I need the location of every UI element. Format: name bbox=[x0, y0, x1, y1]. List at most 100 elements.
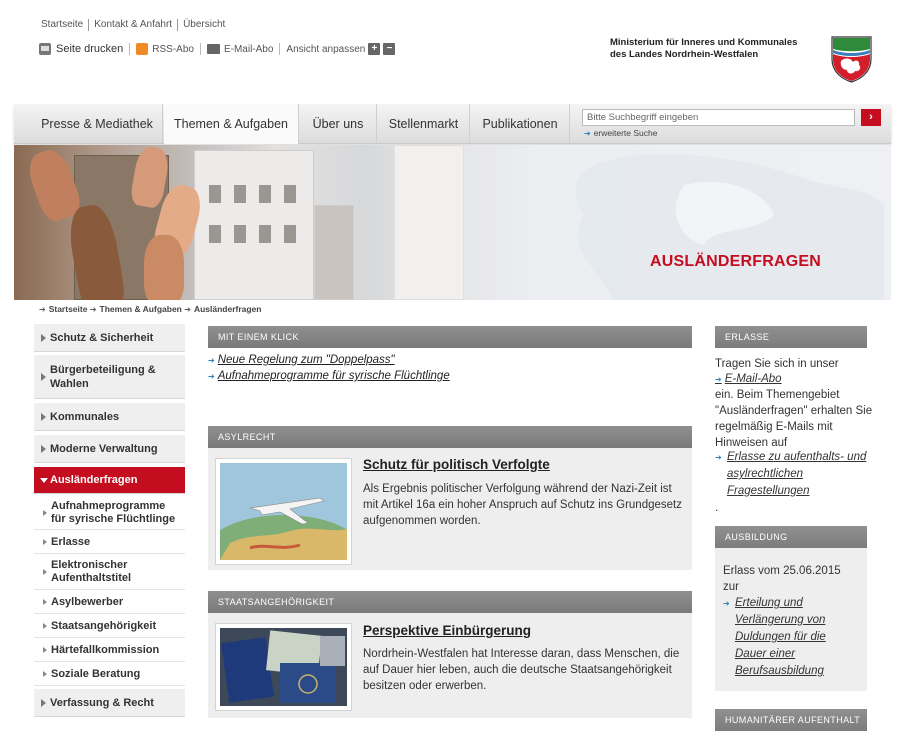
quick-link-label: Neue Regelung zum "Doppelpass" bbox=[217, 354, 395, 366]
print-label: Seite drucken bbox=[56, 43, 124, 55]
breadcrumb-startseite[interactable]: Startseite bbox=[49, 304, 88, 314]
quick-link-aufnahmeprogramme[interactable]: ➔ Aufnahmeprogramme für syrische Flüchtli… bbox=[208, 370, 450, 382]
rss-icon bbox=[136, 43, 149, 55]
ausbildung-link[interactable]: ➔ Erteilung und Verlängerung von Duldunge… bbox=[723, 595, 859, 680]
breadcrumb-themen[interactable]: Themen & Aufgaben bbox=[100, 304, 182, 314]
sidebar-sub-label: Asylbewerber bbox=[51, 595, 124, 608]
asyl-thumbnail[interactable] bbox=[204, 458, 364, 591]
triangle-down-icon bbox=[40, 477, 48, 483]
view-adjust-label: Ansicht anpassen bbox=[286, 43, 366, 55]
search-input[interactable]: Bitte Suchbegriff eingeben bbox=[582, 109, 855, 126]
triangle-right-icon bbox=[43, 622, 47, 629]
breadcrumb: ➔ Startseite ➔ Themen & Aufgaben ➔ Auslände… bbox=[39, 304, 261, 314]
staat-heading: STAATSANGEHÖRIGKEIT bbox=[208, 591, 692, 613]
print-link[interactable]: Seite drucken bbox=[39, 43, 129, 55]
sidebar-item-label: Verfassung & Recht bbox=[50, 696, 154, 709]
sidebar-item-schutz[interactable]: Schutz & Sicherheit bbox=[34, 324, 185, 352]
arrow-icon: ➔ bbox=[584, 129, 591, 138]
ministry-name[interactable]: Ministerium für Inneres und Kommunales d… bbox=[610, 37, 797, 61]
triangle-right-icon bbox=[41, 412, 46, 421]
mail-icon bbox=[206, 44, 220, 54]
printer-icon bbox=[39, 43, 51, 55]
banner-title: AUSLÄNDERFRAGEN bbox=[650, 253, 821, 270]
staat-text: Nordrhein-Westfalen hat Interesse daran,… bbox=[363, 648, 680, 692]
triangle-right-icon bbox=[43, 568, 47, 575]
advanced-search-label: erweiterte Suche bbox=[593, 128, 658, 138]
nrw-crest-logo[interactable] bbox=[829, 35, 874, 83]
arrow-icon: ➔ bbox=[715, 375, 722, 384]
zoom-in-icon[interactable]: + bbox=[368, 43, 381, 55]
banner-building bbox=[394, 145, 464, 300]
sidebar-sub-aufenthaltstitel[interactable]: Elektronischer Aufenthaltstitel bbox=[34, 554, 185, 590]
staat-thumbnail[interactable] bbox=[215, 623, 352, 711]
sidebar-item-label: Schutz & Sicherheit bbox=[50, 331, 154, 344]
arrow-icon: ➔ bbox=[89, 305, 97, 314]
sidebar-item-buergerbeteiligung[interactable]: Bürgerbeteiligung & Wahlen bbox=[34, 355, 185, 399]
sidebar-sub-label: Aufnahmeprogramme für syrische Flüchtlin… bbox=[51, 499, 176, 525]
nav-stellenmarkt[interactable]: Stellenmarkt bbox=[378, 104, 470, 144]
asyl-title-link[interactable]: Schutz für politisch Verfolgte bbox=[363, 457, 550, 472]
sidebar-item-auslaenderfragen[interactable]: Ausländerfragen bbox=[34, 467, 185, 494]
meta-link-kontakt[interactable]: Kontakt & Anfahrt bbox=[88, 19, 177, 31]
triangle-right-icon bbox=[43, 646, 47, 653]
sidebar-sub-soziale-beratung[interactable]: Soziale Beratung bbox=[34, 662, 185, 686]
rss-label: RSS-Abo bbox=[152, 43, 194, 55]
sidebar-sub-label: Härtefallkommission bbox=[51, 643, 160, 656]
erlasse-topic-label: Erlasse zu aufenthalts- und asylrechtlic… bbox=[727, 451, 867, 497]
sidebar-sub-erlasse[interactable]: Erlasse bbox=[34, 530, 185, 554]
meta-link-uebersicht[interactable]: Übersicht bbox=[177, 19, 230, 31]
arrow-icon: ➔ bbox=[723, 599, 730, 608]
advanced-search-link[interactable]: ➔ erweiterte Suche bbox=[584, 128, 658, 138]
sidebar-item-label: Moderne Verwaltung bbox=[50, 442, 158, 455]
sidebar-item-verfassung[interactable]: Verfassung & Recht bbox=[34, 689, 185, 717]
arrow-icon: ➔ bbox=[208, 356, 215, 365]
erlasse-topic-link[interactable]: ➔ Erlasse zu aufenthalts- und asylrechtli… bbox=[715, 449, 871, 500]
ministry-line2: des Landes Nordrhein-Westfalen bbox=[610, 49, 759, 60]
sidebar-sub-asylbewerber[interactable]: Asylbewerber bbox=[34, 590, 185, 614]
ausbildung-link-label: Erteilung und Verlängerung von Duldungen… bbox=[735, 597, 826, 677]
arrow-icon: ➔ bbox=[208, 372, 215, 381]
email-abo-link[interactable]: E-Mail-Abo bbox=[199, 43, 279, 55]
staat-title-link[interactable]: Perspektive Einbürgerung bbox=[363, 623, 531, 638]
triangle-right-icon bbox=[43, 670, 47, 677]
sidebar-sub-aufnahmeprogramme[interactable]: Aufnahmeprogramme für syrische Flüchtlin… bbox=[34, 496, 185, 530]
sidebar-sub-label: Soziale Beratung bbox=[51, 667, 141, 680]
nav-presse[interactable]: Presse & Mediathek bbox=[32, 104, 163, 144]
search-submit-button[interactable]: › bbox=[861, 109, 881, 126]
triangle-right-icon bbox=[41, 444, 46, 453]
erlasse-mail-abo-link[interactable]: ➔ E-Mail-Abo bbox=[715, 371, 782, 388]
triangle-right-icon bbox=[43, 538, 47, 545]
sidebar-sub-label: Elektronischer Aufenthaltstitel bbox=[51, 558, 132, 584]
triangle-right-icon bbox=[41, 333, 46, 342]
erlasse-intro: Tragen Sie sich in unser bbox=[715, 358, 839, 370]
nav-ueber-uns[interactable]: Über uns bbox=[300, 104, 377, 144]
sidebar-sub-staatsangehoerigkeit[interactable]: Staatsangehörigkeit bbox=[34, 614, 185, 638]
passport-image bbox=[220, 628, 347, 706]
zoom-out-icon[interactable]: − bbox=[383, 43, 396, 55]
rss-link[interactable]: RSS-Abo bbox=[129, 43, 200, 55]
erlasse-period: . bbox=[715, 502, 719, 514]
nav-publikationen[interactable]: Publikationen bbox=[471, 104, 570, 144]
quick-link-doppelpass[interactable]: ➔ Neue Regelung zum "Doppelpass" bbox=[208, 354, 395, 366]
sidebar-item-label: Bürgerbeteiligung & Wahlen bbox=[50, 363, 156, 390]
hero-banner bbox=[14, 145, 891, 300]
sidebar-sub-label: Staatsangehörigkeit bbox=[51, 619, 157, 632]
ausbildung-heading: AUSBILDUNG bbox=[715, 526, 867, 548]
sidebar-item-kommunales[interactable]: Kommunales bbox=[34, 403, 185, 431]
meta-link-startseite[interactable]: Startseite bbox=[41, 19, 88, 31]
erlasse-text: ein. Beim Themengebiet "Ausländerfragen"… bbox=[715, 389, 873, 449]
triangle-right-icon bbox=[43, 598, 47, 605]
banner-hand bbox=[144, 235, 184, 300]
breadcrumb-current: Ausländerfragen bbox=[193, 304, 262, 314]
erlasse-heading: ERLASSE bbox=[715, 326, 867, 348]
sidebar-sub-label: Erlasse bbox=[51, 535, 91, 548]
sidebar-sub-haertefallkommission[interactable]: Härtefallkommission bbox=[34, 638, 185, 662]
ausbildung-text: Erlass vom 25.06.2015 zur bbox=[723, 565, 841, 593]
arrow-icon: ➔ bbox=[184, 305, 191, 314]
quick-link-label: Aufnahmeprogramme für syrische Flüchtlin… bbox=[217, 370, 450, 382]
nav-themen[interactable]: Themen & Aufgaben bbox=[164, 104, 299, 144]
view-adjust: Ansicht anpassen + − bbox=[279, 43, 401, 55]
sidebar-item-verwaltung[interactable]: Moderne Verwaltung bbox=[34, 435, 185, 463]
erlasse-mail-abo-label: E-Mail-Abo bbox=[724, 373, 782, 385]
humanitaer-heading: HUMANITÄRER AUFENTHALT bbox=[715, 709, 867, 731]
